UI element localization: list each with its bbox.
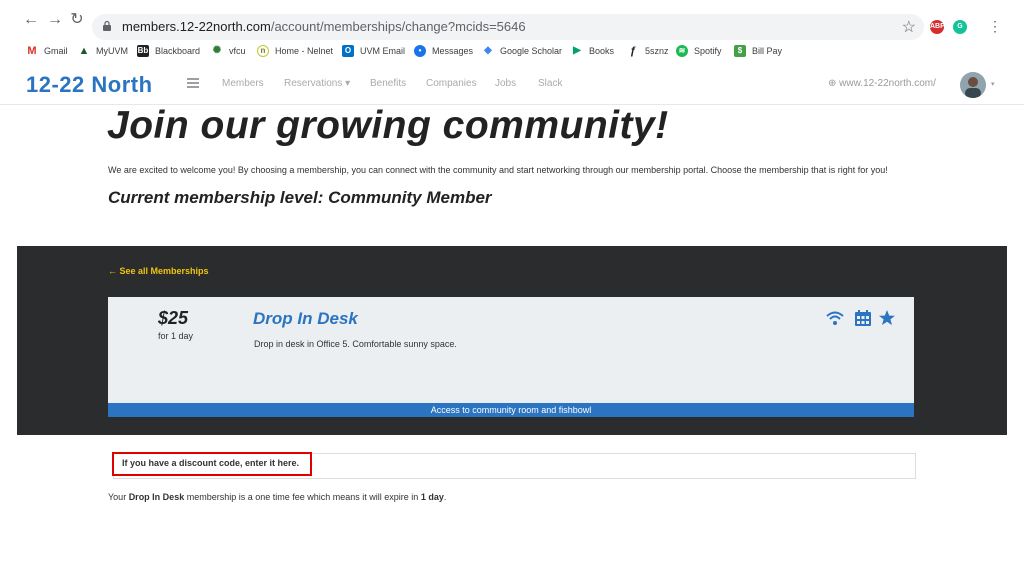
nav-reservations[interactable]: Reservations ▾ — [284, 78, 350, 89]
arrow-left-icon: ← — [108, 266, 117, 276]
outlook-icon: O — [342, 45, 354, 57]
external-site-link[interactable]: ⊕ www.12-22north.com/ — [828, 78, 936, 89]
star-icon — [879, 310, 895, 325]
discount-code-link[interactable]: If you have a discount code, enter it he… — [122, 458, 299, 468]
nav-members[interactable]: Members — [222, 78, 264, 89]
bill-pay-icon: $ — [734, 45, 746, 57]
nav-jobs[interactable]: Jobs — [495, 78, 516, 89]
forward-arrow-icon[interactable]: → — [46, 11, 64, 29]
tree-icon: ▲ — [78, 45, 90, 57]
url-path: /account/memberships/change?mcids=5646 — [270, 19, 526, 34]
nelnet-icon: n — [257, 45, 269, 57]
avatar[interactable] — [960, 72, 986, 98]
messages-icon: • — [414, 45, 426, 57]
grammarly-extension-icon[interactable]: G — [953, 20, 967, 34]
nav-companies[interactable]: Companies — [426, 78, 477, 89]
scholar-icon: ◆ — [482, 45, 494, 57]
reload-icon[interactable]: ↻ — [68, 11, 86, 29]
globe-icon: ⊕ — [828, 78, 837, 89]
bookmark-vfcu[interactable]: ✺ vfcu — [211, 45, 246, 57]
nav-benefits[interactable]: Benefits — [370, 78, 406, 89]
hamburger-menu-icon[interactable] — [187, 78, 199, 88]
nav-slack[interactable]: Slack — [538, 78, 562, 89]
bookmark-bill-pay[interactable]: $ Bill Pay — [734, 45, 782, 57]
bookmark-spotify[interactable]: ≋ Spotify — [676, 45, 722, 57]
membership-fee-text: Your Drop In Desk membership is a one ti… — [108, 492, 447, 502]
site-navbar: 12-22 North Members Reservations ▾ Benef… — [0, 64, 1024, 105]
membership-name: Drop In Desk — [253, 309, 358, 328]
bookmark-myuvm[interactable]: ▲ MyUVM — [78, 45, 128, 57]
fee-duration: 1 day — [420, 492, 444, 502]
account-dropdown-icon[interactable]: ▾ — [991, 80, 995, 88]
chevron-down-icon: ▾ — [345, 78, 351, 89]
gmail-icon: M — [26, 45, 38, 57]
bookmarks-bar: M Gmail ▲ MyUVM Bb Blackboard ✺ vfcu n Home -… — [0, 42, 1024, 64]
lock-icon — [103, 20, 111, 31]
bookmark-blackboard[interactable]: Bb Blackboard — [137, 45, 200, 57]
play-books-icon: ▶ — [571, 45, 583, 57]
back-arrow-icon[interactable]: ← — [22, 11, 40, 29]
fee-membership-name: Drop In Desk — [128, 492, 185, 502]
spotify-icon: ≋ — [676, 45, 688, 57]
url-host: members.12-22north.com — [122, 19, 271, 34]
bookmark-uvm-email[interactable]: O UVM Email — [342, 45, 405, 57]
calendar-icon — [855, 310, 871, 326]
membership-price: $25 — [158, 308, 189, 328]
membership-description: Drop in desk in Office 5. Comfortable su… — [254, 339, 457, 349]
membership-card — [108, 297, 914, 417]
page-title: Join our growing community! — [107, 104, 669, 147]
bookmark-books[interactable]: ▶ Books — [571, 45, 614, 57]
bookmark-gmail[interactable]: M Gmail — [26, 45, 68, 57]
bookmark-nelnet[interactable]: n Home - Nelnet — [257, 45, 333, 57]
membership-card-footer: Access to community room and fishbowl — [108, 403, 914, 417]
bookmark-5sznz[interactable]: ƒ 5sznz — [627, 45, 669, 57]
adblock-extension-icon[interactable]: ABP — [930, 20, 945, 34]
vfcu-icon: ✺ — [211, 45, 223, 57]
bookmark-google-scholar[interactable]: ◆ Google Scholar — [482, 45, 562, 57]
current-membership-level: Current membership level: Community Memb… — [108, 188, 492, 207]
url-text: members.12-22north.com/account/membershi… — [122, 19, 526, 34]
blackboard-icon: Bb — [137, 45, 149, 57]
welcome-text: We are excited to welcome you! By choosi… — [108, 165, 888, 175]
5sznz-icon: ƒ — [627, 45, 639, 57]
bookmark-messages[interactable]: • Messages — [414, 45, 473, 57]
address-bar[interactable]: members.12-22north.com/account/membershi… — [92, 14, 924, 40]
wifi-icon — [826, 311, 844, 325]
site-logo[interactable]: 12-22 North — [26, 72, 153, 98]
membership-period: for 1 day — [158, 331, 194, 341]
see-all-memberships-link[interactable]: ← See all Memberships — [108, 266, 209, 276]
bookmark-star-icon[interactable]: ☆ — [902, 17, 916, 37]
browser-menu-icon[interactable]: ⋮ — [988, 18, 1002, 34]
user-avatar-icon — [960, 72, 986, 98]
